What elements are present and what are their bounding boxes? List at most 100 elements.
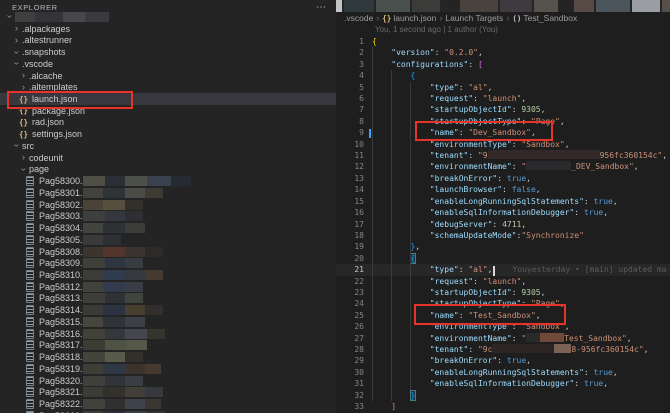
code-line-7[interactable]: 7 "startupObjectId": 9305, — [336, 104, 670, 115]
code-line-28[interactable]: 28 "tenant": "9c8-956fc360154c", — [336, 344, 670, 355]
code-token: "0.2.0" — [444, 48, 478, 57]
code-line-18[interactable]: 18 "schemaUpdateMode":"Synchronize" — [336, 230, 670, 241]
line-number: 12 — [336, 161, 372, 172]
tree-item-pag58300[interactable]: Pag58300. — [0, 175, 336, 187]
editor-tab-redacted[interactable] — [442, 0, 458, 12]
vscode-window: EXPLORER ⋯ .alpackages.altestrunner.snap… — [0, 0, 670, 413]
code-line-3[interactable]: 3 "configurations": [ — [336, 59, 670, 70]
editor-tab-redacted[interactable] — [460, 0, 498, 12]
editor-tab-redacted[interactable] — [344, 0, 374, 12]
code-line-13[interactable]: 13 "breakOnError": true, — [336, 173, 670, 184]
redacted-blur — [125, 188, 145, 198]
tree-item-root[interactable] — [0, 11, 336, 23]
tree-item-rad-json[interactable]: rad.json — [0, 117, 336, 129]
redacted-blur — [125, 247, 145, 257]
code-token: : — [473, 94, 483, 103]
tree-item-settings-json[interactable]: settings.json — [0, 128, 336, 140]
tree-item-pag58318[interactable]: Pag58318. — [0, 351, 336, 363]
tree-item-pag58309[interactable]: Pag58309. — [0, 257, 336, 269]
code-token: , — [536, 185, 541, 194]
tree-item-pag58301[interactable]: Pag58301. — [0, 187, 336, 199]
line-number: 31 — [336, 378, 372, 389]
code-line-2[interactable]: 2 "version": "0.2.0", — [336, 47, 670, 58]
code-line-10[interactable]: 10 "environmentType": "Sandbox", — [336, 139, 670, 150]
tree-item-pag58316[interactable]: Pag58316. — [0, 328, 336, 340]
code-token: "Synchronize" — [521, 231, 584, 240]
tree-item-snapshots[interactable]: .snapshots — [0, 46, 336, 58]
tree-item-altestrunner[interactable]: .altestrunner — [0, 34, 336, 46]
code-line-22[interactable]: 22 "request": "launch", — [336, 276, 670, 287]
code-token: , — [627, 334, 632, 343]
code-line-27[interactable]: 27 "environmentName": "Test_Sandbox", — [336, 333, 670, 344]
code-line-12[interactable]: 12 "environmentName": "_DEV_Sandbox", — [336, 161, 670, 172]
tree-item-pag58303[interactable]: Pag58303. — [0, 210, 336, 222]
code-line-1[interactable]: 1{ — [336, 36, 670, 47]
tree-item-pag58302[interactable]: Pag58302. — [0, 199, 336, 211]
code-line-4[interactable]: 4 { — [336, 70, 670, 81]
tree-item-pag58308[interactable]: Pag58308. — [0, 246, 336, 258]
code-line-31[interactable]: 31 "enableSqlInformationDebugger": true, — [336, 378, 670, 389]
code-line-25[interactable]: 25 "name": "Test_Sandbox", — [336, 310, 670, 321]
tree-item-pag58304[interactable]: Pag58304. — [0, 222, 336, 234]
code-line-20[interactable]: 20 { — [336, 253, 670, 264]
tree-item-src[interactable]: src — [0, 140, 336, 152]
code-line-14[interactable]: 14 "launchBrowser": false, — [336, 184, 670, 195]
tree-item-alpackages[interactable]: .alpackages — [0, 23, 336, 35]
redacted-blur — [83, 200, 103, 210]
tree-item-vscode[interactable]: .vscode — [0, 58, 336, 70]
code-line-30[interactable]: 30 "enableLongRunningSqlStatements": tru… — [336, 367, 670, 378]
tree-item-package-json[interactable]: package.json — [0, 105, 336, 117]
code-line-5[interactable]: 5 "type": "al", — [336, 82, 670, 93]
tree-item-page[interactable]: page — [0, 164, 336, 176]
tree-item-pag58317[interactable]: Pag58317. — [0, 340, 336, 352]
code-line-16[interactable]: 16 "enableSqlInformationDebugger": true, — [336, 207, 670, 218]
tree-item-pag58313[interactable]: Pag58313. — [0, 293, 336, 305]
tree-item-pag58312[interactable]: Pag58312. — [0, 281, 336, 293]
editor-tab-redacted[interactable] — [662, 0, 670, 12]
tree-item-pag58320[interactable]: Pag58320. — [0, 375, 336, 387]
editor-tab-redacted[interactable] — [632, 0, 660, 12]
code-token — [372, 345, 430, 354]
more-actions-icon[interactable]: ⋯ — [316, 5, 326, 11]
tree-item-launch-json[interactable]: launch.json — [0, 93, 336, 105]
editor-tab-redacted[interactable] — [596, 0, 630, 12]
code-line-19[interactable]: 19 }, — [336, 241, 670, 252]
editor-tab-redacted[interactable] — [560, 0, 572, 12]
breadcrumb-item-launch-targets[interactable]: Launch Targets — [445, 13, 503, 23]
code-line-29[interactable]: 29 "breakOnError": true, — [336, 355, 670, 366]
code-line-33[interactable]: 33 ] — [336, 401, 670, 412]
tree-item-label: .alcache — [29, 71, 63, 81]
tree-item-pag58305[interactable]: Pag58305. — [0, 234, 336, 246]
editor-tab-redacted[interactable] — [376, 0, 410, 12]
code-line-8[interactable]: 8 "startupObjectType": "Page", — [336, 116, 670, 127]
code-line-15[interactable]: 15 "enableLongRunningSqlStatements": tru… — [336, 196, 670, 207]
code-line-6[interactable]: 6 "request": "launch", — [336, 93, 670, 104]
tree-item-codeunit[interactable]: codeunit — [0, 152, 336, 164]
code-line-26[interactable]: 26 "environmentType": "Sandbox", — [336, 321, 670, 332]
tree-item-pag58321[interactable]: Pag58321. — [0, 387, 336, 399]
breadcrumb-item-launch-json[interactable]: launch.json — [382, 13, 436, 23]
tree-item-pag58314[interactable]: Pag58314. — [0, 304, 336, 316]
editor-tab-redacted[interactable] — [574, 0, 594, 12]
code-line-9[interactable]: 9 "name": "Dev_Sandbox", — [336, 127, 670, 138]
editor-tab-redacted[interactable] — [534, 0, 558, 12]
al-file-icon — [26, 376, 34, 386]
code-line-32[interactable]: 32 } — [336, 390, 670, 401]
editor-tab-redacted[interactable] — [412, 0, 440, 12]
code-line-21[interactable]: 21 "type": "al",Youyesterday • [main] up… — [336, 264, 670, 275]
tree-item-alcache[interactable]: .alcache — [0, 70, 336, 82]
breadcrumb-item-vscode[interactable]: .vscode — [344, 13, 373, 23]
code-line-24[interactable]: 24 "startupObjectType": "Page", — [336, 298, 670, 309]
editor-tab-redacted[interactable] — [336, 0, 342, 12]
tree-item-pag58319[interactable]: Pag58319. — [0, 363, 336, 375]
code-line-11[interactable]: 11 "tenant": "9956fc360154c", — [336, 150, 670, 161]
editor-tab-redacted[interactable] — [500, 0, 532, 12]
tree-item-pag58322[interactable]: Pag58322. — [0, 398, 336, 410]
code-line-17[interactable]: 17 "debugServer": 4711, — [336, 219, 670, 230]
code-line-23[interactable]: 23 "startupObjectId": 9305, — [336, 287, 670, 298]
codelens-blame[interactable]: You, 1 second ago | 1 author (You) — [375, 25, 498, 34]
tree-item-pag58310[interactable]: Pag58310. — [0, 269, 336, 281]
tree-item-pag58315[interactable]: Pag58315. — [0, 316, 336, 328]
tree-item-altemplates[interactable]: .altemplates — [0, 81, 336, 93]
breadcrumb-item-test-sandbox[interactable]: Test_Sandbox — [512, 13, 577, 23]
